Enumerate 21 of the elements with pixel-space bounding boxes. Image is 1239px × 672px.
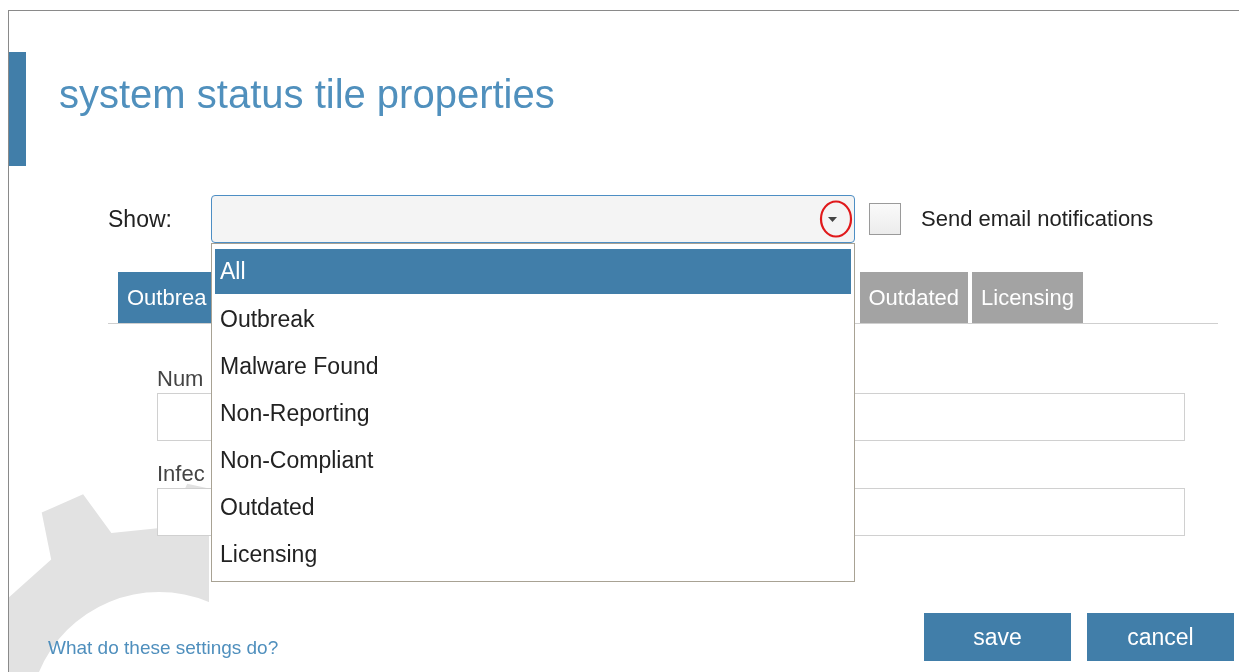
dropdown-option[interactable]: Non-Compliant (215, 437, 851, 484)
caret-icon (828, 216, 837, 222)
show-dropdown[interactable] (211, 195, 855, 243)
annotation-circle (819, 199, 853, 239)
checkbox[interactable] (869, 203, 901, 235)
dropdown-option[interactable]: All (215, 249, 851, 296)
dropdown-option[interactable]: Outdated (215, 484, 851, 531)
show-label: Show: (108, 205, 173, 233)
dialog-title: system status tile properties (59, 71, 555, 118)
cancel-button[interactable]: cancel (1087, 613, 1234, 661)
field-label: Num (157, 365, 204, 393)
dropdown-option[interactable]: Non-Reporting (215, 390, 851, 437)
dropdown-option[interactable]: Licensing (215, 531, 851, 578)
field-label: Infec (157, 460, 205, 488)
tab[interactable]: Outdated (859, 272, 968, 323)
dropdown-option[interactable]: Outbreak (215, 296, 851, 343)
checkbox-label: Send email notifications (921, 206, 1154, 232)
help-link[interactable]: What do these settings do? (48, 637, 279, 659)
save-button[interactable]: save (924, 613, 1071, 661)
dropdown-option[interactable]: Malware Found (215, 343, 851, 390)
tab[interactable]: Licensing (972, 272, 1083, 323)
